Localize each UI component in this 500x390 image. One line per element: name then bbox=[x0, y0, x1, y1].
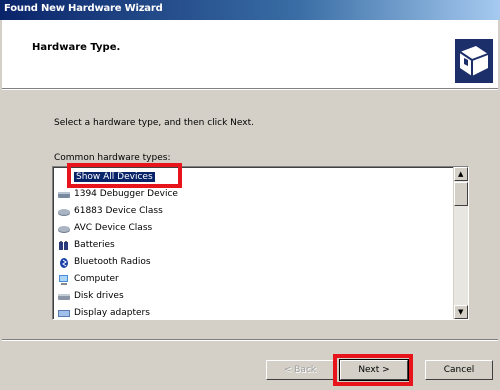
title-bar: Found New Hardware Wizard bbox=[0, 0, 500, 20]
footer-divider-highlight bbox=[2, 340, 498, 341]
hardware-type-listbox[interactable]: Show All Devices 1394 Debugger Device 61… bbox=[52, 166, 469, 320]
page-title: Hardware Type. bbox=[32, 42, 121, 53]
highlight-box-next bbox=[333, 354, 413, 386]
list-scrollbar[interactable]: ▲ ▼ bbox=[453, 167, 468, 319]
hardware-wizard-icon bbox=[455, 39, 493, 83]
highlight-box-show-all bbox=[67, 163, 182, 188]
scroll-up-button[interactable]: ▲ bbox=[454, 167, 468, 181]
list-item-computer[interactable]: Computer bbox=[57, 271, 447, 288]
list-item-1394-debugger-device[interactable]: 1394 Debugger Device bbox=[57, 186, 447, 203]
cancel-button[interactable]: Cancel bbox=[425, 360, 493, 380]
list-item-61883-device-class[interactable]: 61883 Device Class bbox=[57, 203, 447, 220]
header-divider bbox=[2, 89, 498, 90]
list-item-bluetooth-radios[interactable]: Bluetooth Radios bbox=[57, 254, 447, 271]
back-button[interactable]: < Back bbox=[266, 360, 334, 380]
display-adapter-icon bbox=[58, 309, 70, 317]
wizard-header: Hardware Type. bbox=[2, 20, 498, 89]
computer-icon bbox=[59, 274, 68, 285]
arrow-up-icon: ▲ bbox=[458, 170, 464, 178]
debugger-device-icon bbox=[58, 191, 70, 198]
disk-drive-icon bbox=[58, 293, 70, 300]
list-item-display-adapters[interactable]: Display adapters bbox=[57, 305, 447, 319]
device-class-icon bbox=[58, 208, 70, 216]
list-label: Common hardware types: bbox=[54, 153, 171, 163]
device-class-icon bbox=[58, 225, 70, 233]
arrow-down-icon: ▼ bbox=[458, 308, 464, 316]
hardware-type-list: Show All Devices 1394 Debugger Device 61… bbox=[57, 169, 447, 319]
scroll-thumb[interactable] bbox=[454, 182, 468, 206]
battery-icon bbox=[59, 240, 68, 250]
list-item-batteries[interactable]: Batteries bbox=[57, 237, 447, 254]
window-title: Found New Hardware Wizard bbox=[4, 3, 163, 14]
bluetooth-icon bbox=[60, 257, 68, 268]
list-item-disk-drives[interactable]: Disk drives bbox=[57, 288, 447, 305]
scroll-down-button[interactable]: ▼ bbox=[454, 305, 468, 319]
list-item-avc-device-class[interactable]: AVC Device Class bbox=[57, 220, 447, 237]
instruction-text: Select a hardware type, and then click N… bbox=[54, 118, 255, 128]
